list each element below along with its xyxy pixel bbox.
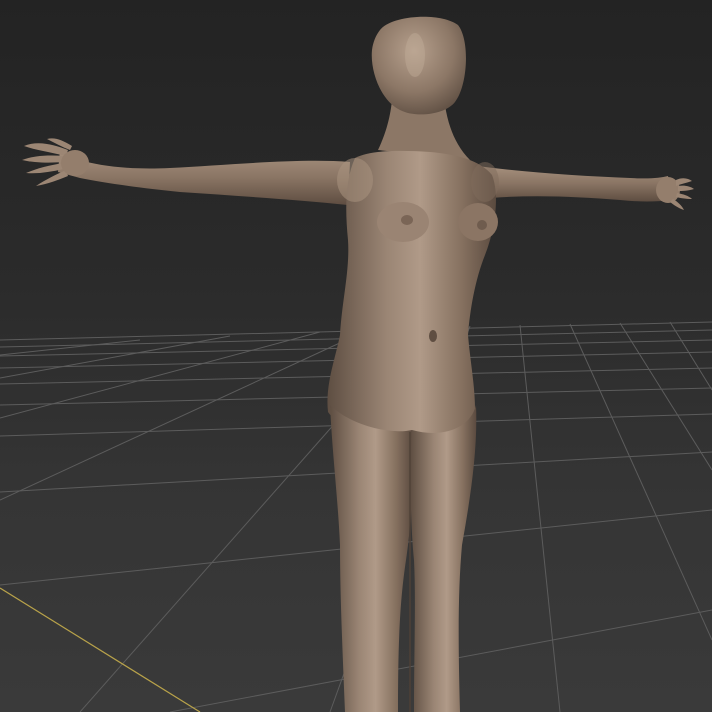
viewport-canvas[interactable] xyxy=(0,0,712,712)
grid-line xyxy=(0,331,321,419)
right-arm xyxy=(470,165,672,202)
left-leg xyxy=(330,405,413,712)
navel xyxy=(429,330,437,342)
chest-left-detail xyxy=(401,215,413,225)
shoulder-highlight xyxy=(337,158,373,202)
right-leg xyxy=(410,405,477,712)
humanoid-model[interactable] xyxy=(22,16,694,712)
left-arm xyxy=(58,150,350,205)
head-highlight xyxy=(405,33,425,77)
right-hand xyxy=(656,177,694,210)
grid-line xyxy=(569,323,712,641)
shoulder-shadow xyxy=(471,162,499,202)
world-axis-line xyxy=(0,587,201,712)
left-hand xyxy=(22,138,89,186)
chest-right-detail xyxy=(477,220,487,230)
grid-line xyxy=(0,339,141,356)
3d-viewport[interactable] xyxy=(0,0,712,712)
grid-line xyxy=(669,321,712,391)
grid-line xyxy=(619,322,712,471)
grid-line xyxy=(519,324,561,712)
